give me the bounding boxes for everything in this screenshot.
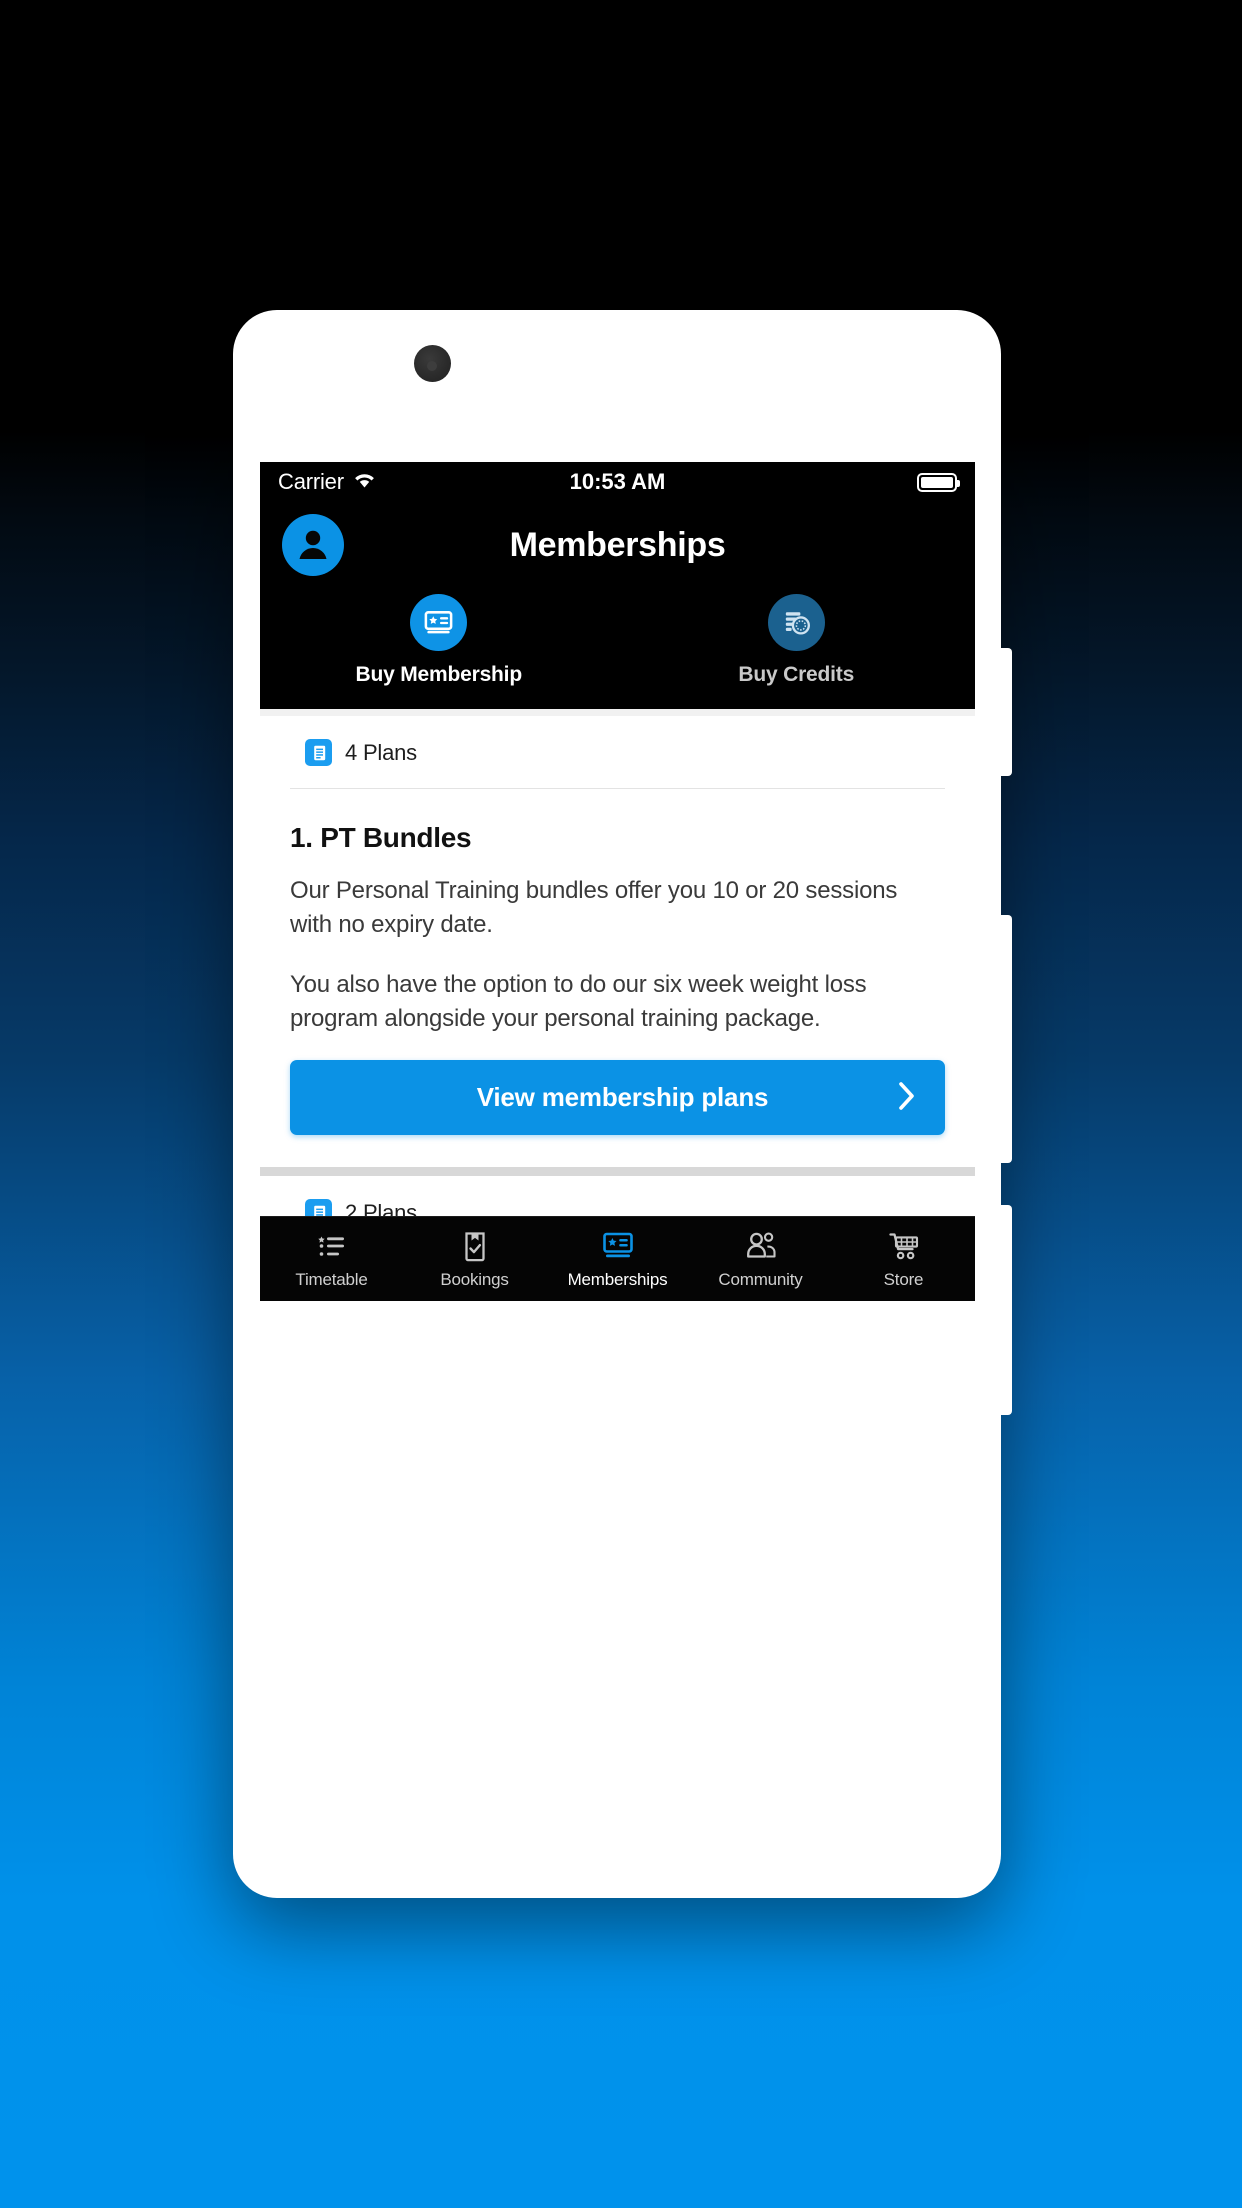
plans-count-label-1: 4 Plans xyxy=(345,739,417,765)
plan-paragraph-1-2: You also have the option to do our six w… xyxy=(290,971,867,1033)
tab-timetable-label: Timetable xyxy=(295,1269,368,1289)
content-top-separator xyxy=(260,709,975,716)
membership-card-icon xyxy=(601,1229,635,1263)
tab-store[interactable]: Store xyxy=(832,1217,975,1301)
plan-paragraph-1-1: Our Personal Training bundles offer you … xyxy=(290,877,898,939)
view-membership-plans-button[interactable]: View membership plans xyxy=(290,1060,945,1136)
avatar[interactable] xyxy=(282,514,344,576)
membership-card-icon xyxy=(424,611,453,634)
status-bar-right xyxy=(917,472,960,492)
tab-bookings-label: Bookings xyxy=(440,1269,509,1289)
plan-document-icon xyxy=(305,739,332,766)
front-camera-icon xyxy=(414,345,451,382)
plan-title-1: 1. PT Bundles xyxy=(290,822,472,853)
carrier-label: Carrier xyxy=(278,469,344,494)
app-header: Memberships Buy Membership Buy Credits xyxy=(260,502,975,709)
phone-side-button-silent[interactable] xyxy=(999,648,1012,776)
phone-side-button-volume-up[interactable] xyxy=(999,915,1012,1163)
section-divider xyxy=(260,1167,975,1177)
page-title: Memberships xyxy=(509,525,726,564)
shopping-cart-icon xyxy=(888,1229,920,1263)
status-bar: Carrier 10:53 AM xyxy=(260,462,975,502)
header-top-row: Memberships xyxy=(260,510,975,580)
wifi-icon xyxy=(352,470,377,494)
tab-community-label: Community xyxy=(718,1269,803,1289)
battery-full-icon xyxy=(917,472,960,492)
view-membership-plans-label: View membership plans xyxy=(476,1082,769,1113)
buy-credits-action[interactable]: Buy Credits xyxy=(618,594,976,687)
tab-memberships-label: Memberships xyxy=(567,1269,668,1289)
tab-community[interactable]: Community xyxy=(689,1217,832,1301)
list-icon xyxy=(316,1229,348,1263)
tab-bookings[interactable]: Bookings xyxy=(403,1217,546,1301)
status-bar-left: Carrier xyxy=(278,469,377,495)
phone-side-button-volume-down[interactable] xyxy=(999,1205,1012,1415)
credits-coins-icon xyxy=(785,612,810,635)
buy-membership-label: Buy Membership xyxy=(355,663,523,686)
clipboard-check-icon xyxy=(460,1229,490,1263)
buy-credits-icon-circle xyxy=(767,594,825,651)
chevron-right-icon xyxy=(897,1080,917,1115)
phone-screen: Carrier 10:53 AM Memberships Buy Members… xyxy=(260,462,975,1391)
buy-credits-label: Buy Credits xyxy=(738,663,855,686)
plan-section-1: 4 Plans 1. PT Bundles Our Personal Train… xyxy=(260,716,975,1136)
tab-timetable[interactable]: Timetable xyxy=(260,1217,403,1301)
bottom-tab-bar: Timetable Bookings Memberships Community… xyxy=(260,1216,975,1301)
buy-membership-action[interactable]: Buy Membership xyxy=(260,594,618,687)
phone-device-frame: Carrier 10:53 AM Memberships Buy Members… xyxy=(233,310,1012,1898)
people-icon xyxy=(744,1229,778,1263)
membership-content-scroll[interactable]: 4 Plans 1. PT Bundles Our Personal Train… xyxy=(260,709,975,1301)
user-avatar-icon xyxy=(299,530,327,559)
plan-divider-1 xyxy=(290,788,945,789)
tab-memberships[interactable]: Memberships xyxy=(546,1217,689,1301)
buy-membership-icon-circle xyxy=(410,594,468,651)
tab-store-label: Store xyxy=(883,1269,924,1289)
header-action-row: Buy Membership Buy Credits xyxy=(260,594,975,687)
plans-count-row-1: 4 Plans xyxy=(290,716,945,788)
